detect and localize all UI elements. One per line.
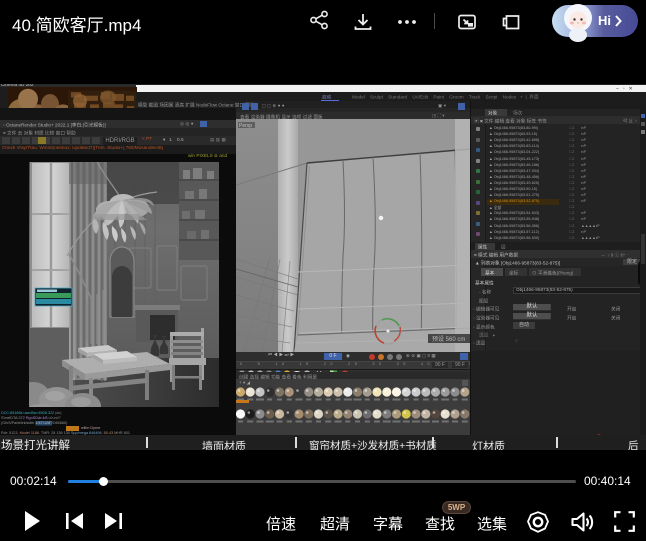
svg-text:预设 560 cm: 预设 560 cm — [432, 335, 465, 343]
svg-text:Persp: Persp — [239, 123, 252, 129]
